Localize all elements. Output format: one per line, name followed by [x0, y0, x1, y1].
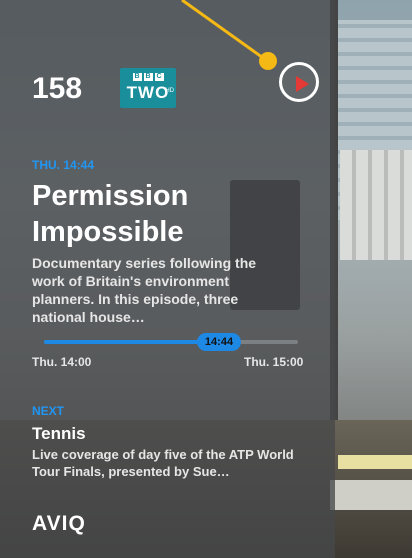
- brand-logo: AVIQ: [32, 512, 86, 535]
- channel-logo: BBC TWO HD: [120, 68, 176, 108]
- end-time: Thu. 15:00: [244, 355, 304, 369]
- channel-logo-suffix: HD: [165, 88, 174, 94]
- next-program-description: Live coverage of day five of the ATP Wor…: [32, 447, 294, 479]
- bbc-blocks: BBC: [132, 73, 164, 81]
- progress-bar: [44, 340, 298, 344]
- play-icon: [296, 76, 309, 92]
- next-program-title: Tennis: [32, 424, 86, 443]
- progress-time-badge: 14:44: [197, 333, 241, 351]
- program-title: Permission Impossible: [32, 180, 189, 248]
- play-button[interactable]: [279, 62, 319, 102]
- info-panel: 158 BBC TWO HD THU. 14:44 Permission Imp…: [0, 0, 335, 558]
- next-label: NEXT: [32, 404, 65, 418]
- start-time: Thu. 14:00: [32, 355, 92, 369]
- program-description: Documentary series following the work of…: [32, 255, 257, 325]
- channel-number: 158: [32, 72, 83, 105]
- current-airtime: THU. 14:44: [32, 158, 95, 172]
